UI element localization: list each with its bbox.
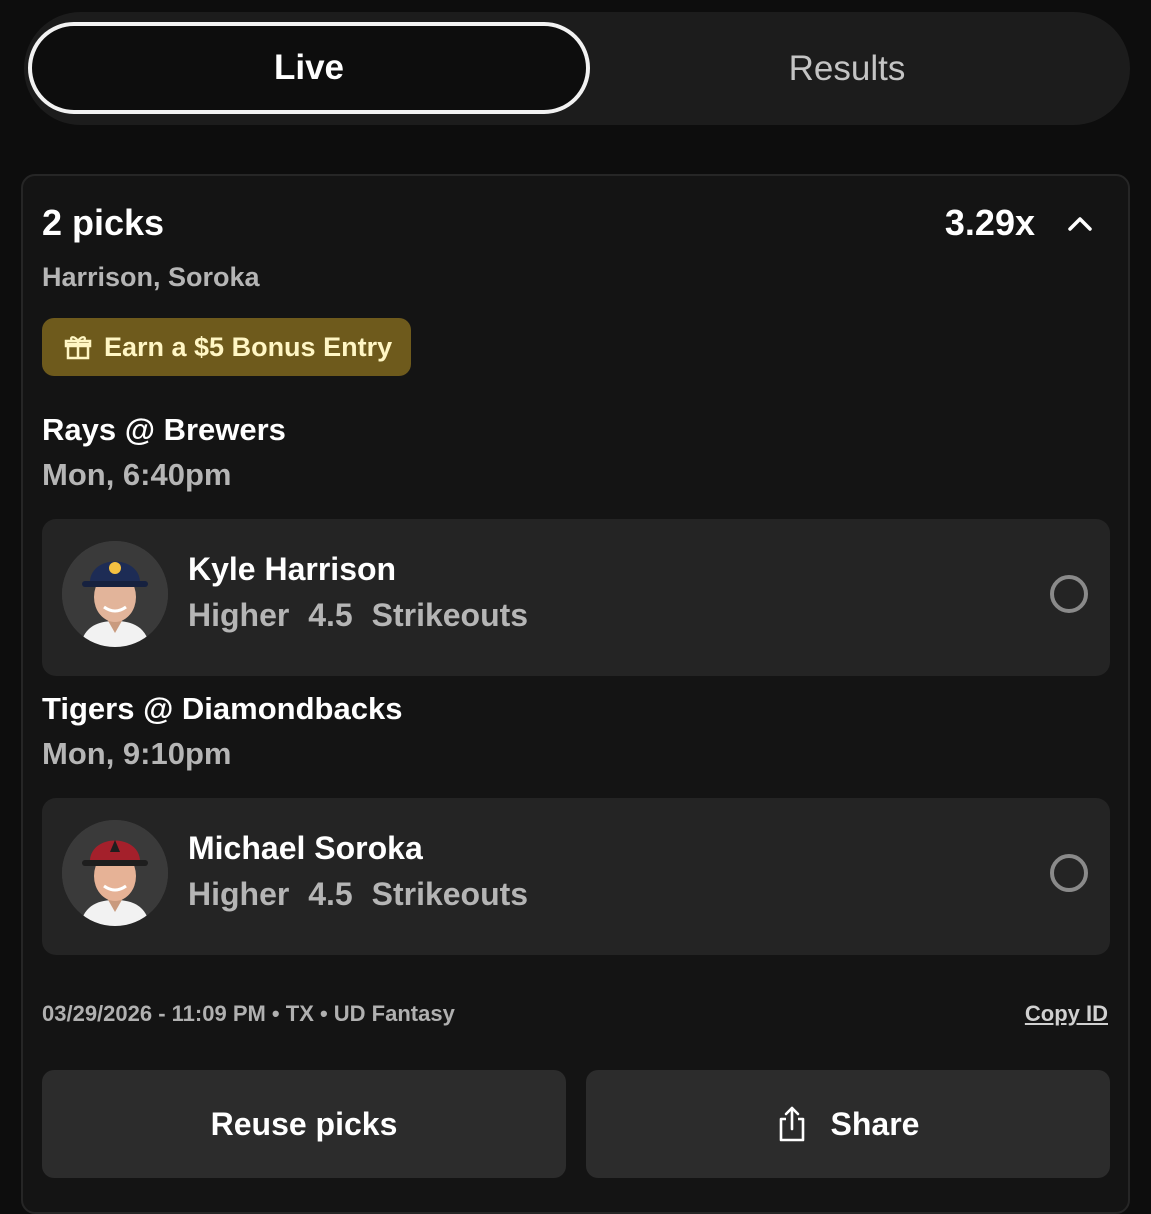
tab-live[interactable]: Live (28, 22, 590, 114)
picks-count: 2 picks (42, 202, 165, 243)
payout-multiplier: 3.29x (944, 202, 1035, 243)
share-button[interactable]: Share (586, 1070, 1110, 1178)
player-name: Kyle Harrison (188, 551, 397, 587)
reuse-picks-label: Reuse picks (210, 1105, 398, 1142)
share-label: Share (830, 1105, 920, 1142)
tab-results[interactable]: Results (564, 12, 1130, 125)
player-avatar (62, 820, 168, 926)
game-matchup: Tigers @ Diamondbacks (42, 691, 403, 726)
entry-card: 2 picks 3.29x Harrison, Soroka Earn a $5… (21, 174, 1130, 1214)
copy-id-link[interactable]: Copy ID (1025, 1001, 1108, 1027)
share-icon (779, 1106, 804, 1142)
pick-row[interactable]: Kyle Harrison Higher 4.5 Strikeouts (42, 519, 1110, 676)
reuse-picks-button[interactable]: Reuse picks (42, 1070, 566, 1178)
pick-row[interactable]: Michael Soroka Higher 4.5 Strikeouts (42, 798, 1110, 955)
game-matchup: Rays @ Brewers (42, 412, 286, 447)
pick-line: Higher 4.5 Strikeouts (188, 597, 529, 633)
pick-line: Higher 4.5 Strikeouts (188, 876, 529, 912)
player-name: Michael Soroka (188, 830, 423, 866)
game-time: Mon, 9:10pm (42, 736, 232, 771)
gift-icon (64, 336, 92, 360)
bonus-entry-button[interactable]: Earn a $5 Bonus Entry (42, 318, 411, 376)
pending-circle-icon (1050, 575, 1088, 613)
pending-circle-icon (1050, 854, 1088, 892)
entry-meta: 03/29/2026 - 11:09 PM • TX • UD Fantasy (42, 1001, 455, 1026)
chevron-up-icon[interactable] (1060, 204, 1100, 244)
game-time: Mon, 6:40pm (42, 457, 232, 492)
bonus-entry-label: Earn a $5 Bonus Entry (104, 331, 393, 362)
tab-switcher: Live Results (24, 12, 1130, 125)
player-avatar (62, 541, 168, 647)
players-summary: Harrison, Soroka (42, 262, 260, 292)
